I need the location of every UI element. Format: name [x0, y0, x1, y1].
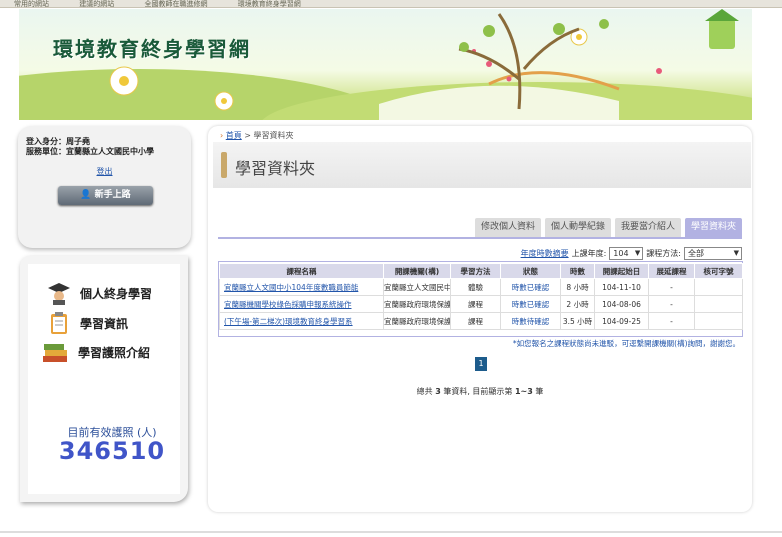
column-header: 學習方法 [450, 263, 501, 279]
tab-referrer[interactable]: 我要當介紹人 [614, 218, 681, 237]
favorite-link[interactable]: 全國教師在職進修網 [144, 0, 207, 7]
banner-illustration [19, 9, 752, 120]
method-select[interactable]: 全部 [684, 247, 742, 260]
table-header-row: 課程名稱 開課機關(構) 學習方法 狀態 時數 開課起始日 展延課程 核可字號 [219, 263, 743, 279]
status-cell: 時數待確認 [500, 312, 561, 330]
passport-count-value: 346510 [58, 437, 166, 465]
method-select-value: 全部 [688, 249, 704, 258]
status-cell: 時數已確認 [500, 278, 561, 296]
favorite-link[interactable]: 常用的網站 [14, 0, 49, 7]
organizer-cell: 宜蘭縣政府環境保護 [383, 312, 451, 330]
column-header: 課程名稱 [219, 263, 384, 279]
column-header: 展延課程 [648, 263, 695, 279]
column-header: 核可字號 [694, 263, 743, 279]
year-select[interactable]: 104 [609, 247, 644, 260]
unit-label: 服務單位： [26, 147, 66, 156]
summary-suffix: 筆 [532, 387, 544, 396]
page-title-bar: 學習資料夾 [213, 142, 751, 188]
start-date-cell: 104-09-25 [594, 312, 649, 330]
page-bottom-divider [0, 531, 782, 533]
favorite-link[interactable]: 建議的網站 [79, 0, 114, 7]
results-summary: 總共 3 筆資料, 目前顯示第 1~3 筆 [208, 386, 752, 397]
year-select-value: 104 [613, 249, 629, 258]
menu-item-label: 學習護照介紹 [78, 345, 151, 360]
start-date-cell: 104-08-06 [594, 295, 649, 313]
page-number-button[interactable]: 1 [475, 357, 487, 371]
unit-value: 宜蘭縣立人文國民中小學 [66, 147, 154, 156]
breadcrumb-separator: > [241, 131, 254, 140]
column-header: 時數 [560, 263, 595, 279]
organizer-cell: 宜蘭縣政府環境保護 [383, 295, 451, 313]
graduate-icon [48, 283, 70, 305]
identity-value: 周子堯 [66, 137, 90, 146]
start-date-cell: 104-11-10 [594, 278, 649, 296]
table-row: (下午場-第二梯次)環境教育終身學習系 宜蘭縣政府環境保護 課程 時數待確認 3… [219, 312, 743, 330]
breadcrumb-home-link[interactable]: 首頁 [226, 131, 242, 140]
tab-activity-record[interactable]: 個人動學紀錄 [544, 218, 611, 237]
filter-bar: 年度時數摘要 上課年度: 104 課程方法: 全部 [521, 247, 742, 260]
organizer-cell: 宜蘭縣立人文國民中 [383, 278, 451, 296]
column-header: 開課起始日 [594, 263, 649, 279]
column-header: 開課機關(構) [383, 263, 451, 279]
hours-cell: 3.5 小時 [560, 312, 595, 330]
method-cell: 體驗 [450, 278, 501, 296]
method-cell: 課程 [450, 312, 501, 330]
method-label: 課程方法: [646, 249, 681, 258]
table-row: 宜蘭縣立人文國中小104年度數職員節能 宜蘭縣立人文國民中 體驗 時數已確認 8… [219, 278, 743, 296]
user-info-panel: 登入身分：周子堯 服務單位：宜蘭縣立人文國民中小學 登出 👤 新手上路 [18, 126, 191, 248]
menu-item-label: 個人終身學習 [80, 286, 153, 301]
favorite-link[interactable]: 環境教育終身學習網 [238, 0, 301, 7]
title-marker [221, 152, 227, 178]
tab-underline [218, 237, 742, 239]
menu-item-lifelong-learning[interactable]: 個人終身學習 [46, 280, 176, 306]
column-header: 狀態 [500, 263, 561, 279]
course-name-link[interactable]: 宜蘭縣機關學校綠色採購申報系統操作 [219, 295, 384, 313]
approval-cell [694, 312, 743, 330]
books-icon [43, 344, 67, 362]
tab-edit-profile[interactable]: 修改個人資料 [474, 218, 541, 237]
summary-mid: 筆資料, 目前顯示第 [440, 387, 515, 396]
unit-row: 服務單位：宜蘭縣立人文國民中小學 [26, 146, 154, 157]
clipboard-icon [51, 312, 67, 334]
extension-cell: - [648, 278, 695, 296]
approval-cell [694, 295, 743, 313]
site-banner: 環境教育終身學習網 [19, 9, 752, 120]
page-title: 學習資料夾 [235, 159, 316, 178]
method-cell: 課程 [450, 295, 501, 313]
identity-label: 登入身分： [26, 137, 66, 146]
main-content: › 首頁 > 學習資料夾 學習資料夾 修改個人資料 個人動學紀錄 我要當介紹人 … [208, 126, 752, 512]
approval-cell [694, 278, 743, 296]
hours-cell: 8 小時 [560, 278, 595, 296]
extension-cell: - [648, 312, 695, 330]
newbie-guide-label: 新手上路 [94, 190, 131, 200]
logout-link[interactable]: 登出 [18, 166, 191, 177]
menu-item-passport-intro[interactable]: 學習護照介紹 [38, 339, 168, 365]
summary-range: 1~3 [514, 387, 533, 396]
year-label: 上課年度: [571, 249, 607, 258]
user-icon: 👤 [80, 190, 95, 200]
annual-hours-summary-link[interactable]: 年度時數摘要 [521, 248, 569, 259]
breadcrumb-current: 學習資料夾 [253, 131, 294, 140]
side-menu: 個人終身學習 學習資訊 學習護照介紹 目前有效護照 (人) 346510 [20, 256, 188, 502]
site-title[interactable]: 環境教育終身學習網 [53, 33, 251, 62]
breadcrumb: › 首頁 > 學習資料夾 [220, 130, 294, 141]
extension-cell: - [648, 295, 695, 313]
course-name-link[interactable]: 宜蘭縣立人文國中小104年度數職員節能 [219, 278, 384, 296]
newbie-guide-button[interactable]: 👤 新手上路 [58, 186, 153, 205]
course-table: 課程名稱 開課機關(構) 學習方法 狀態 時數 開課起始日 展延課程 核可字號 … [219, 263, 743, 330]
course-name-link[interactable]: (下午場-第二梯次)環境教育終身學習系 [219, 312, 384, 330]
summary-prefix: 總共 [416, 387, 436, 396]
menu-item-learning-info[interactable]: 學習資訊 [46, 310, 176, 336]
hours-cell: 2 小時 [560, 295, 595, 313]
tab-learning-folder[interactable]: 學習資料夾 [684, 218, 742, 237]
status-note: *如您報名之課程狀態尚未進駁，可逕繫開課機關(構)詢問，謝謝您。 [512, 339, 740, 348]
browser-favorites-bar: 常用的網站 建議的網站 全國教師在職進修網 環境教育終身學習網 [0, 0, 782, 8]
table-row: 宜蘭縣機關學校綠色採購申報系統操作 宜蘭縣政府環境保護 課程 時數已確認 2 小… [219, 295, 743, 313]
tab-bar: 修改個人資料 個人動學紀錄 我要當介紹人 學習資料夾 [474, 218, 742, 237]
side-menu-inner: 個人終身學習 學習資訊 學習護照介紹 目前有效護照 (人) 346510 [28, 264, 180, 494]
menu-item-label: 學習資訊 [80, 316, 129, 331]
status-cell: 時數已確認 [500, 295, 561, 313]
